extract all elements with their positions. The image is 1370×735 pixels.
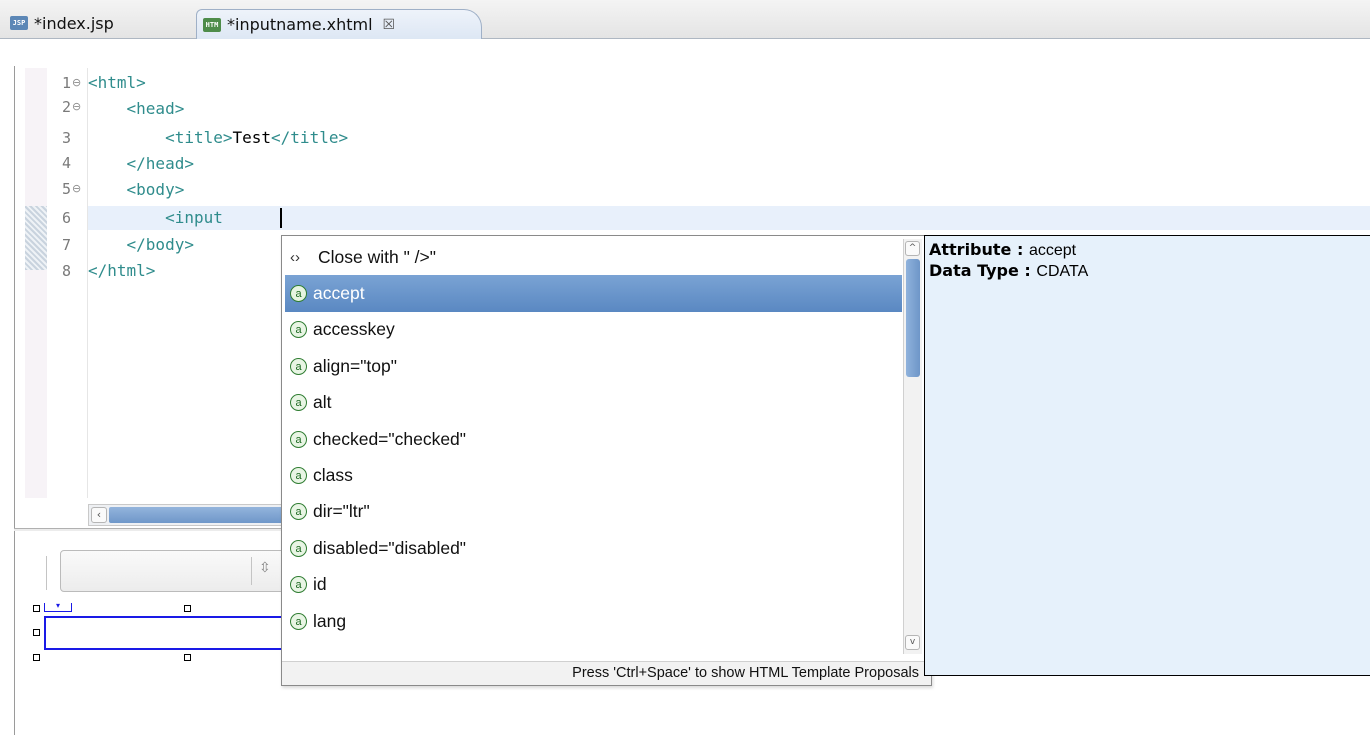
info-value: accept [1028, 242, 1077, 259]
design-input-element[interactable] [44, 616, 288, 650]
attribute-icon: a [290, 612, 307, 630]
code-text: Test [232, 128, 272, 147]
code-line[interactable]: </body> [88, 234, 194, 256]
proposal-item[interactable]: a checked="checked" [285, 421, 902, 457]
code-tag: <title> [88, 128, 233, 147]
proposal-label: disabled="disabled" [313, 537, 467, 558]
proposal-list: ‹› Close with " />" a accept a accesskey… [285, 239, 902, 639]
proposal-label: lang [313, 610, 347, 631]
resize-handle[interactable] [184, 654, 191, 661]
text-caret [280, 208, 282, 228]
info-row-datatype: Data Type : CDATA [929, 261, 1366, 282]
tab-label: *index.jsp [34, 13, 114, 33]
attribute-icon: a [290, 430, 307, 448]
proposal-label: checked="checked" [313, 428, 467, 449]
code-line[interactable]: <input [88, 207, 233, 229]
proposal-item[interactable]: a lang [285, 603, 902, 639]
popup-status-text: Press 'Ctrl+Space' to show HTML Template… [282, 661, 931, 685]
scrollbar-thumb[interactable] [109, 507, 283, 523]
code-line[interactable]: </head> [88, 153, 194, 175]
tab-index-jsp[interactable]: JSP *index.jsp [10, 8, 188, 38]
proposal-item[interactable]: a alt [285, 385, 902, 421]
attribute-icon: a [290, 357, 307, 375]
code-tag: </title> [271, 128, 349, 147]
info-row-attribute: Attribute : accept [929, 240, 1366, 261]
proposal-item[interactable]: a align="top" [285, 348, 902, 384]
chevron-left-icon[interactable]: ‹ [91, 507, 107, 523]
proposal-item[interactable]: a accesskey [285, 312, 902, 348]
proposal-item[interactable]: a disabled="disabled" [285, 530, 902, 566]
resize-handle[interactable] [184, 605, 191, 612]
code-line[interactable]: <head> [88, 98, 185, 120]
proposal-label: id [313, 574, 327, 595]
close-tag-icon: ‹› [290, 248, 300, 266]
line-number: 6 [61, 209, 71, 227]
content-assist-popup: ‹› Close with " />" a accept a accesskey… [281, 235, 932, 686]
html-file-icon: HTM [203, 17, 221, 32]
proposal-item[interactable]: a id [285, 567, 902, 603]
resize-handle[interactable] [33, 629, 40, 636]
toolbar-separator [46, 556, 47, 590]
line-number: 2 [61, 98, 71, 116]
design-combo-box[interactable]: ⇳ [60, 550, 286, 592]
design-element-tab[interactable]: ▾ [44, 602, 72, 612]
jsp-file-icon: JSP [10, 16, 28, 30]
line-number: 5 [61, 180, 71, 198]
proposal-scrollbar[interactable]: ^ v [903, 239, 922, 654]
chevron-up-icon[interactable]: ^ [905, 241, 920, 256]
line-number: 4 [61, 154, 71, 172]
up-down-arrow-icon[interactable]: ⇳ [259, 560, 271, 576]
chevron-down-icon[interactable]: v [905, 635, 920, 650]
code-line[interactable]: <body> [88, 179, 185, 201]
code-line[interactable]: <html> [88, 72, 146, 94]
info-label: Data Type : [929, 261, 1037, 280]
editor-tab-bar: JSP *index.jsp HTM *inputname.xhtml ☒ [0, 0, 1370, 39]
proposal-item[interactable]: a class [285, 457, 902, 493]
info-label: Attribute : [929, 240, 1029, 259]
proposal-item[interactable]: a accept [285, 275, 902, 312]
line-number: 1 [61, 74, 71, 92]
combo-separator [251, 557, 252, 585]
fold-toggle-icon[interactable]: ⊖ [72, 96, 81, 118]
resize-handle[interactable] [33, 654, 40, 661]
proposal-label: class [313, 465, 353, 486]
attribute-icon: a [290, 576, 307, 594]
attribute-icon: a [290, 539, 307, 557]
attribute-icon: a [290, 467, 307, 485]
code-line[interactable]: </html> [88, 260, 155, 282]
scrollbar-thumb[interactable] [906, 259, 920, 377]
proposal-label: Close with " />" [318, 246, 436, 267]
fold-toggle-icon[interactable]: ⊖ [72, 72, 81, 94]
info-value: CDATA [1036, 263, 1089, 280]
line-number: 7 [61, 236, 71, 254]
proposal-item[interactable]: a dir="ltr" [285, 494, 902, 530]
proposal-close-tag[interactable]: ‹› Close with " />" [285, 239, 902, 275]
tab-label: *inputname.xhtml [227, 15, 373, 34]
line-number: 8 [61, 262, 71, 280]
attribute-icon: a [290, 285, 307, 303]
attribute-info-popup: Attribute : accept Data Type : CDATA [924, 235, 1370, 676]
line-number: 3 [61, 129, 71, 147]
annotation-ruler [25, 68, 47, 498]
attribute-icon: a [290, 503, 307, 521]
attribute-icon: a [290, 321, 307, 339]
proposal-label: align="top" [313, 355, 397, 376]
proposal-label: dir="ltr" [313, 501, 370, 522]
close-icon[interactable]: ☒ [383, 17, 396, 33]
horizontal-scrollbar[interactable]: ‹ [88, 504, 284, 526]
proposal-label: alt [313, 392, 332, 413]
proposal-label: accesskey [313, 319, 395, 340]
fold-toggle-icon[interactable]: ⊖ [72, 178, 81, 200]
attribute-icon: a [290, 394, 307, 412]
change-marker [25, 206, 47, 270]
proposal-label: accept [313, 283, 365, 304]
code-line[interactable]: <title>Test</title> [88, 127, 348, 149]
resize-handle[interactable] [33, 605, 40, 612]
tab-inputname-xhtml[interactable]: HTM *inputname.xhtml ☒ [196, 9, 482, 39]
